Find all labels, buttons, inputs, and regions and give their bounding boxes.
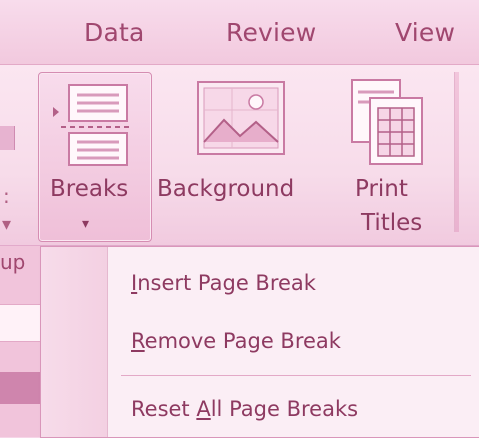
- tab-view[interactable]: View: [395, 18, 455, 47]
- menu-item-remove-page-break[interactable]: Remove Page Break: [131, 329, 341, 353]
- menu-separator: [121, 375, 471, 376]
- menu-item-text: Reset: [131, 397, 197, 421]
- background-button[interactable]: [152, 72, 330, 240]
- background-label: Background: [157, 176, 295, 202]
- breaks-dropdown-menu: Insert Page Break Remove Page Break Rese…: [40, 246, 479, 438]
- menu-item-text: nsert Page Break: [137, 271, 316, 295]
- accelerator-key: R: [131, 329, 145, 353]
- ribbon-tab-bar: Data Review View: [0, 0, 479, 65]
- group-label: up: [0, 250, 26, 274]
- breaks-button[interactable]: [38, 72, 152, 242]
- partial-label: :: [3, 184, 10, 208]
- print-titles-label-line1: Print: [355, 176, 408, 202]
- menu-item-insert-page-break[interactable]: Insert Page Break: [131, 271, 316, 295]
- tab-review[interactable]: Review: [226, 18, 316, 47]
- tab-data[interactable]: Data: [84, 18, 145, 47]
- ribbon-group-divider: [454, 72, 459, 232]
- background-image-icon: [197, 81, 285, 155]
- menu-item-text: emove Page Break: [144, 329, 341, 353]
- column-header-partial: [0, 372, 40, 404]
- breaks-dropdown-arrow-icon[interactable]: ▾: [82, 216, 89, 232]
- menu-item-reset-all-page-breaks[interactable]: Reset All Page Breaks: [131, 397, 358, 421]
- print-titles-label-line2: Titles: [361, 210, 423, 236]
- partial-dropdown-arrow-icon[interactable]: ▾: [2, 214, 11, 235]
- print-titles-icon: [351, 79, 423, 165]
- accelerator-key: A: [196, 397, 211, 421]
- breaks-label: Breaks: [50, 176, 129, 202]
- page-breaks-icon: [53, 84, 133, 166]
- partial-ribbon-icon: [0, 126, 15, 150]
- menu-item-text: ll Page Breaks: [210, 397, 359, 421]
- menu-icon-gutter: [41, 247, 108, 437]
- formula-bar-partial: [0, 304, 40, 342]
